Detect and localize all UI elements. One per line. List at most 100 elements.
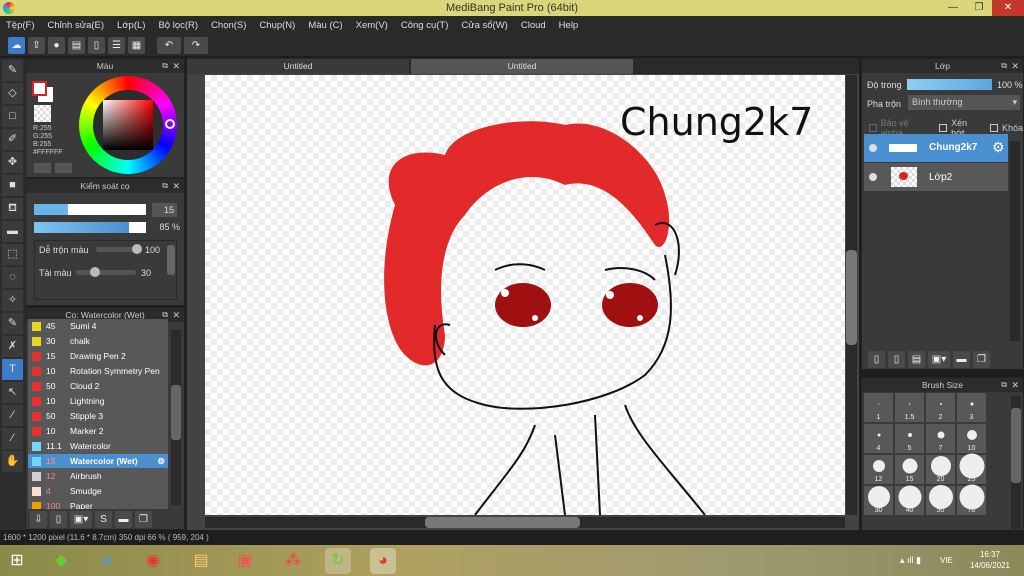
message-icon[interactable]: ▤ (68, 36, 85, 54)
brush-size-item[interactable]: 3 (957, 393, 986, 422)
tab-untitled-2[interactable]: Untitled (411, 59, 633, 74)
menu-file[interactable]: Tệp(F) (6, 20, 35, 31)
grid-icon[interactable]: ▦ (128, 36, 145, 54)
folder-icon[interactable]: ▬ (953, 351, 970, 368)
brush-size-item[interactable]: 10 (957, 424, 986, 453)
visibility-icon[interactable] (869, 144, 877, 152)
scrollbar[interactable] (1010, 141, 1020, 341)
folder-icon[interactable]: ▬ (115, 511, 132, 528)
brush-size-value[interactable]: 15 (152, 203, 177, 217)
layer-opacity-slider[interactable] (907, 79, 992, 90)
duplicate-icon[interactable]: ❐ (135, 511, 152, 528)
brush-size-item[interactable]: 30 (864, 486, 893, 515)
detach-icon[interactable]: ⧉ (1001, 59, 1007, 73)
layer-item-lop2[interactable]: Lớp2 (864, 163, 1008, 191)
scrollbar[interactable] (171, 330, 181, 505)
eyedropper-icon[interactable]: ⁄ (2, 405, 23, 426)
copy-layer-icon[interactable]: ▤ (908, 351, 925, 368)
brush-item[interactable]: 15 Drawing Pen 2 (28, 349, 168, 364)
add-layer-menu-icon[interactable]: ▣▾ (928, 351, 950, 368)
tab-untitled-1[interactable]: Untitled (187, 59, 409, 74)
undo-icon[interactable]: ↶ (157, 36, 181, 54)
hue-ring[interactable] (79, 76, 177, 174)
close-icon[interactable]: ✕ (172, 179, 180, 193)
clock[interactable]: 16:37 14/06/2021 (960, 549, 1020, 571)
menu-layer[interactable]: Lớp(L) (117, 20, 145, 31)
cloud-icon[interactable]: ☁ (8, 36, 25, 54)
brush-item[interactable]: 10 Rotation Symmetry Pen (28, 364, 168, 379)
brush-size-slider[interactable] (34, 204, 146, 215)
gear-icon[interactable]: ⚙ (992, 139, 1005, 156)
duplicate-icon[interactable]: ❐ (973, 351, 990, 368)
clipping-checkbox[interactable] (939, 124, 948, 132)
document-icon[interactable]: ▯ (88, 36, 105, 54)
brush-size-item[interactable]: 7 (926, 424, 955, 453)
brush-size-item[interactable]: 15 (895, 455, 924, 484)
ie-icon[interactable]: e (94, 548, 120, 574)
new-layer-icon[interactable]: ▯ (868, 351, 885, 368)
menu-select[interactable]: Chọn(S) (211, 20, 246, 31)
brush-item[interactable]: 15 Watercolor (Wet) ⚙ (28, 454, 168, 469)
brush-tool-icon[interactable]: ✎ (2, 60, 23, 81)
opacity-slider[interactable] (34, 222, 146, 233)
transparent-swatch[interactable] (34, 105, 51, 122)
brush-item[interactable]: 12 Airbrush (28, 469, 168, 484)
blend-mode-select[interactable]: Bình thường ▾ (908, 95, 1020, 110)
detach-icon[interactable]: ⧉ (1001, 378, 1007, 392)
operation-tool-icon[interactable]: ↖ (2, 382, 23, 403)
brush-size-item[interactable]: 25 (957, 453, 986, 484)
menu-filter[interactable]: Bộ lọc(R) (158, 20, 198, 31)
menu-cloud[interactable]: Cloud (521, 20, 546, 31)
vertical-scrollbar[interactable] (846, 75, 857, 515)
powerpoint-icon[interactable]: ▣ (232, 548, 258, 574)
close-icon[interactable]: ✕ (172, 59, 180, 73)
file-explorer-icon[interactable]: ▤ (188, 548, 214, 574)
foreground-color-swatch[interactable] (32, 81, 47, 96)
minimize-button[interactable]: — (940, 0, 966, 16)
eyedrop-button[interactable] (55, 163, 72, 173)
brush-size-item[interactable]: 12 (864, 455, 893, 484)
scrollbar[interactable] (1011, 396, 1021, 529)
bluestacks-icon[interactable]: ◆ (48, 548, 74, 574)
menu-help[interactable]: Help (559, 20, 579, 31)
brush-size-item[interactable]: 2 (926, 393, 955, 422)
resample-slider[interactable] (76, 267, 136, 277)
language-indicator[interactable]: VIE (940, 556, 953, 565)
magic-wand-icon[interactable]: ✧ (2, 290, 23, 311)
cloud-download-icon[interactable]: ⇩ (30, 511, 47, 528)
text-tool-icon[interactable]: T (2, 359, 23, 380)
redo-icon[interactable]: ↷ (184, 36, 208, 54)
horizontal-scrollbar[interactable] (205, 517, 845, 528)
brush-item[interactable]: 11.1 Watercolor (28, 439, 168, 454)
maximize-button[interactable]: ❐ (966, 0, 992, 16)
protect-alpha-checkbox[interactable] (869, 124, 877, 132)
select-eraser-icon[interactable]: ✗ (2, 336, 23, 357)
menu-tools[interactable]: Công cụ(T) (401, 20, 449, 31)
dropper-icon[interactable]: ⁄ (2, 428, 23, 449)
hand-tool-icon[interactable]: ✋ (2, 451, 23, 472)
brush-size-item[interactable]: 4 (864, 424, 893, 453)
list-icon[interactable]: ☰ (108, 36, 125, 54)
brush-size-item[interactable]: 20 (926, 455, 955, 484)
new-layer-2-icon[interactable]: ▯ (888, 351, 905, 368)
brush-item[interactable]: 50 Stipple 3 (28, 409, 168, 424)
close-icon[interactable]: ✕ (172, 308, 180, 322)
close-button[interactable]: ✕ (992, 0, 1024, 16)
lasso-icon[interactable]: ◌ (2, 267, 23, 288)
drawing-canvas[interactable]: Chung2k7 (205, 75, 845, 515)
brush-item[interactable]: 100 Paper (28, 499, 168, 509)
fill-rect-tool-icon[interactable]: ■ (2, 175, 23, 196)
brush-settings-icon[interactable]: S (95, 511, 112, 528)
detach-icon[interactable]: ⧉ (162, 179, 168, 193)
brush-size-item[interactable]: 1.5 (895, 393, 924, 422)
gear-icon[interactable]: ⚙ (157, 456, 165, 467)
detach-icon[interactable]: ⧉ (162, 59, 168, 73)
brush-size-item[interactable]: 40 (895, 485, 924, 515)
coccoc-icon[interactable]: ↻ (325, 548, 351, 574)
brush-item[interactable]: 10 Lightning (28, 394, 168, 409)
unikey-icon[interactable]: ⁂ (280, 548, 306, 574)
gradient-tool-icon[interactable]: ▬ (2, 221, 23, 242)
hue-handle[interactable] (165, 119, 175, 129)
menu-window[interactable]: Cửa sổ(W) (461, 20, 507, 31)
pen-tool-icon[interactable]: ✐ (2, 129, 23, 150)
